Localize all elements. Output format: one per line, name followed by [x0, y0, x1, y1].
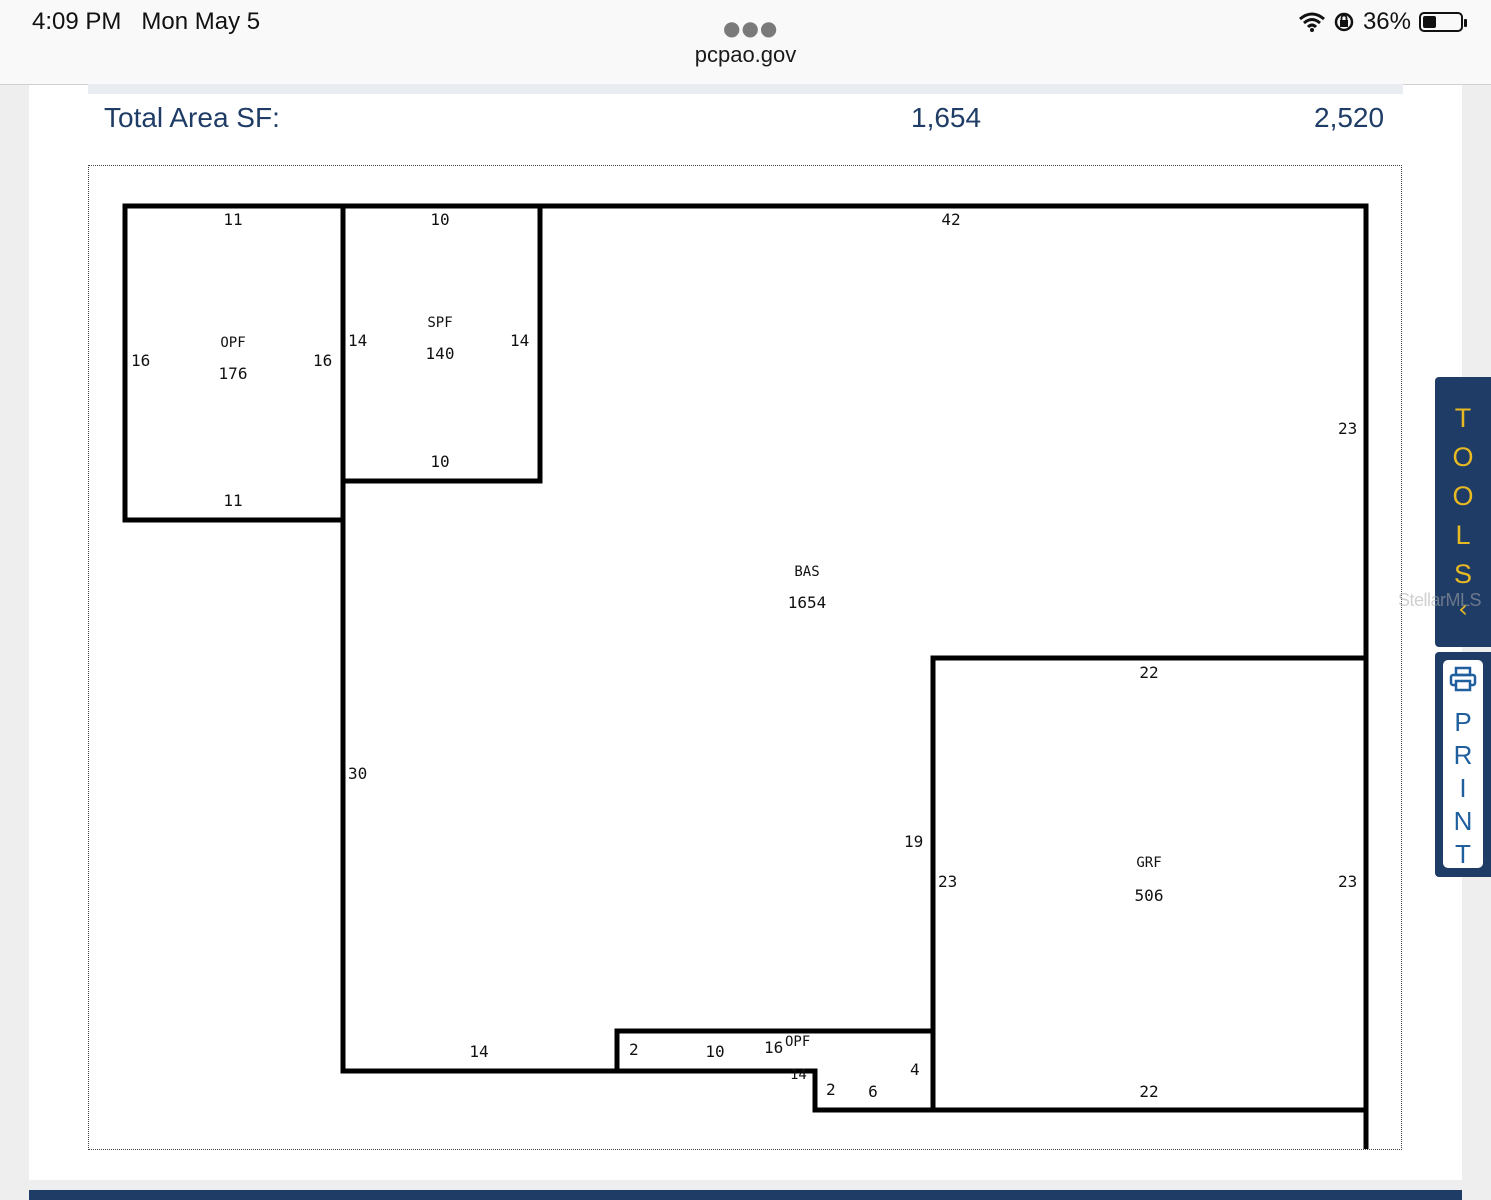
print-letter-t: T: [1455, 839, 1471, 869]
bas-dim-left: 30: [348, 764, 367, 783]
grf-dim-left: 23: [938, 872, 957, 891]
bas-dim-bottom: 14: [469, 1042, 488, 1061]
opf-top-dim-top: 11: [223, 210, 242, 229]
print-button[interactable]: P R I N T: [1443, 660, 1483, 871]
opf-top-name: OPF: [220, 335, 245, 351]
opf-top-dim-left: 16: [131, 351, 150, 370]
total-area-row: Total Area SF: 1,654 2,520: [88, 94, 1403, 144]
bas-dim-top: 42: [941, 210, 960, 229]
total-area-value-1: 1,654: [911, 102, 982, 133]
opf-bottom-dim-bottom: 6: [868, 1082, 878, 1101]
grf-dim-top: 22: [1139, 663, 1158, 682]
opf-bottom-name: OPF: [785, 1034, 810, 1050]
print-letter-r: R: [1453, 740, 1473, 770]
sketch-drawing: 11 11 16 16 OPF 176 10 10 14 14 SPF 140 …: [122, 203, 1369, 1179]
browser-status-bar: 4:09 PM Mon May 5 ●●● pcpao.gov 36%: [0, 0, 1491, 85]
tools-letter-o2: O: [1452, 481, 1474, 511]
opf-bottom-dim-right: 16: [764, 1038, 783, 1057]
more-dots-icon[interactable]: ●●●: [723, 16, 778, 40]
print-letter-i: I: [1459, 773, 1467, 803]
grf-name: GRF: [1136, 855, 1161, 871]
tools-tab-label: T O O L S: [1435, 399, 1491, 594]
print-tab-label: P R I N T: [1443, 706, 1483, 871]
printer-icon: [1443, 666, 1483, 696]
grf-dim-right: 23: [1338, 872, 1357, 891]
total-area-label: Total Area SF:: [104, 102, 280, 133]
bas-dim-inner: 19: [904, 832, 923, 851]
opf-bottom-dim-top: 10: [705, 1042, 724, 1061]
bas-dim-right: 23: [1338, 419, 1357, 438]
print-tab[interactable]: P R I N T: [1435, 652, 1491, 877]
status-time: 4:09 PM Mon May 5: [32, 8, 260, 36]
opf-bottom-dim-left: 2: [629, 1040, 639, 1059]
grf-area: 506: [1135, 886, 1164, 905]
spf-dim-left: 14: [348, 331, 367, 350]
print-letter-p: P: [1454, 707, 1472, 737]
tools-letter-s: S: [1453, 559, 1472, 589]
footer-bar: [29, 1190, 1462, 1200]
url-text[interactable]: pcpao.gov: [0, 42, 1491, 68]
battery-icon: [1419, 12, 1467, 32]
table-row-divider: [88, 84, 1403, 94]
tools-letter-o1: O: [1452, 442, 1474, 472]
battery-fill: [1423, 16, 1436, 28]
opf-top-outline: [122, 203, 346, 523]
grf-outline: [930, 655, 1369, 1113]
spf-area: 140: [426, 344, 455, 363]
opf-top-dim-right: 16: [313, 351, 332, 370]
opf-top-dim-bottom: 11: [223, 491, 242, 510]
spf-name: SPF: [427, 315, 452, 331]
battery-nub: [1464, 19, 1467, 27]
time-text: 4:09 PM: [32, 8, 122, 35]
opf-bottom-dim-overlap: 14: [790, 1067, 807, 1083]
spf-dim-bottom: 10: [430, 452, 449, 471]
opf-bottom-dim-mid: 4: [910, 1060, 920, 1079]
opf-bottom-dim-step: 2: [826, 1080, 836, 1099]
tools-letter-t: T: [1454, 403, 1472, 433]
building-sketch: 11 11 16 16 OPF 176 10 10 14 14 SPF 140 …: [88, 165, 1402, 1179]
battery-percent: 36%: [1362, 8, 1411, 35]
total-area-value-2: 2,520: [1314, 102, 1385, 133]
bas-area: 1654: [788, 593, 827, 612]
bas-name: BAS: [794, 564, 819, 580]
print-letter-n: N: [1453, 806, 1473, 836]
spf-dim-top: 10: [430, 210, 449, 229]
watermark: StellarMLS: [1398, 590, 1482, 610]
orientation-lock-icon: [1334, 12, 1354, 32]
tools-letter-l: L: [1455, 520, 1471, 550]
spf-dim-right: 14: [510, 331, 529, 350]
grf-dim-bottom: 22: [1139, 1082, 1158, 1101]
wifi-icon: [1298, 12, 1325, 32]
opf-top-area: 176: [219, 364, 248, 383]
status-right: 36%: [1298, 8, 1467, 36]
date-text: Mon May 5: [141, 8, 261, 35]
bas-outline: [340, 203, 1369, 1179]
